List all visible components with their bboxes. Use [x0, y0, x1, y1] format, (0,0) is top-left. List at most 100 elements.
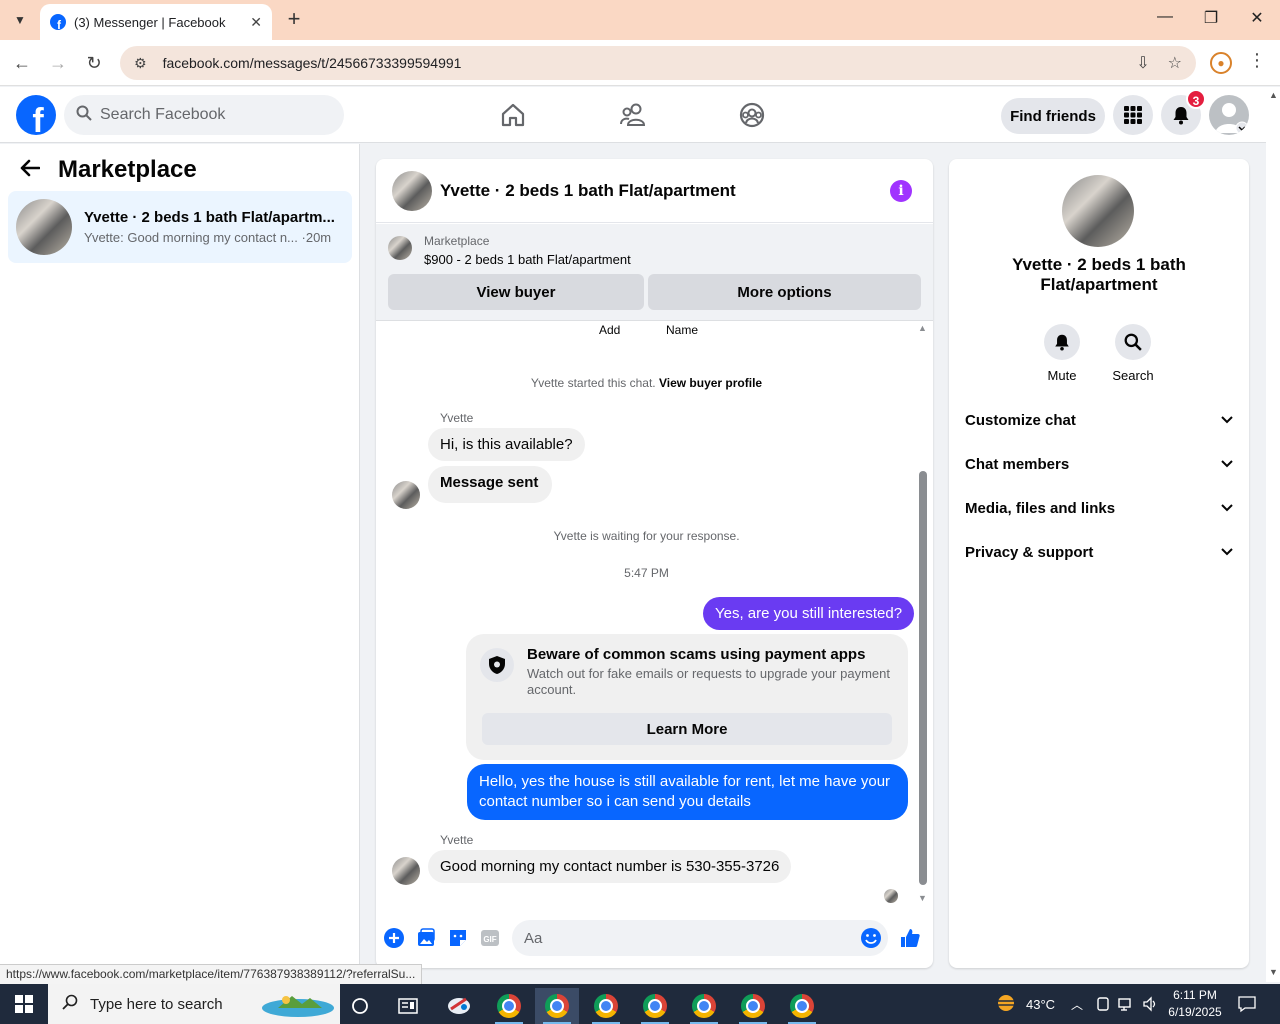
- listing-avatar[interactable]: [1062, 175, 1134, 247]
- chrome-profile-3-icon[interactable]: [584, 988, 628, 1024]
- search-icon: [62, 994, 78, 1015]
- browser-profile-icon[interactable]: ●: [1210, 52, 1232, 74]
- incoming-message[interactable]: Good morning my contact number is 530-35…: [428, 850, 792, 883]
- browser-tab-active[interactable]: f (3) Messenger | Facebook ✕: [40, 4, 272, 40]
- volume-icon[interactable]: [1142, 984, 1158, 1024]
- conversation-name: Yvette · 2 beds 1 bath Flat/apartment: [1012, 255, 1186, 294]
- app-pinned-icon[interactable]: [437, 988, 481, 1024]
- search-action[interactable]: Search: [1103, 324, 1163, 383]
- info-icon[interactable]: i: [890, 180, 912, 202]
- account-avatar[interactable]: [1209, 95, 1249, 135]
- scroll-down-icon[interactable]: ▼: [918, 893, 927, 903]
- customize-chat-row[interactable]: Customize chat: [965, 402, 1233, 438]
- search-highlight-landscape-icon: [258, 990, 336, 1022]
- facebook-search[interactable]: [64, 95, 344, 135]
- menu-grid-icon[interactable]: [1113, 95, 1153, 135]
- address-bar[interactable]: ⚙ facebook.com/messages/t/24566733399594…: [120, 46, 1196, 80]
- scroll-up-icon[interactable]: ▲: [918, 323, 927, 333]
- weather-widget[interactable]: 43°C: [994, 984, 1055, 1024]
- browser-menu-icon[interactable]: ⋮: [1248, 50, 1266, 71]
- incoming-message[interactable]: Message sent: [428, 466, 553, 503]
- chat-listing-thumbnail[interactable]: [392, 170, 432, 211]
- url-text[interactable]: facebook.com/messages/t/2456673339959499…: [163, 55, 1119, 71]
- find-friends-button[interactable]: Find friends: [1001, 98, 1105, 134]
- gif-icon[interactable]: GIF: [479, 927, 501, 949]
- marketplace-label: Marketplace: [424, 234, 490, 248]
- outgoing-message[interactable]: Hello, yes the house is still available …: [467, 764, 908, 820]
- back-arrow-icon[interactable]: [20, 157, 41, 183]
- outgoing-message[interactable]: Yes, are you still interested?: [703, 597, 915, 630]
- privacy-support-row[interactable]: Privacy & support: [965, 534, 1233, 570]
- news-widgets-icon[interactable]: [386, 988, 430, 1024]
- page-scroll-down-icon[interactable]: ▼: [1269, 967, 1278, 977]
- minimize-icon[interactable]: —: [1150, 8, 1180, 26]
- new-tab-icon[interactable]: +: [282, 8, 306, 32]
- chrome-profile-1-icon[interactable]: [487, 988, 531, 1024]
- facebook-logo-icon[interactable]: f: [16, 95, 56, 135]
- sender-avatar[interactable]: [392, 857, 420, 885]
- bookmark-star-icon[interactable]: ☆: [1168, 53, 1182, 73]
- message-scrollbar[interactable]: ▲ ▼: [916, 321, 930, 907]
- more-options-button[interactable]: More options: [648, 274, 921, 310]
- network-icon[interactable]: [1118, 984, 1134, 1024]
- cut-off-label-name: Name: [666, 323, 699, 337]
- emoji-icon[interactable]: [860, 927, 882, 949]
- search-input[interactable]: [100, 106, 330, 124]
- listing-small-thumbnail: [388, 236, 412, 260]
- chrome-profile-7-icon[interactable]: [780, 988, 824, 1024]
- chevron-down-icon: [1221, 413, 1233, 427]
- notification-badge: 3: [1186, 89, 1206, 109]
- taskbar-search[interactable]: Type here to search: [48, 984, 340, 1024]
- learn-more-button[interactable]: Learn More: [482, 713, 892, 745]
- listing-title[interactable]: $900 - 2 beds 1 bath Flat/apartment: [424, 252, 631, 267]
- chrome-profile-4-icon[interactable]: [633, 988, 677, 1024]
- scrollbar-thumb[interactable]: [919, 471, 927, 885]
- shield-icon: [480, 648, 514, 682]
- bell-icon[interactable]: [1044, 324, 1080, 360]
- sender-avatar[interactable]: [392, 481, 420, 509]
- incoming-message[interactable]: Hi, is this available?: [428, 428, 585, 461]
- notification-center-icon[interactable]: [1238, 984, 1256, 1024]
- page-scroll-up-icon[interactable]: ▲: [1269, 90, 1278, 100]
- thumbs-up-icon[interactable]: [899, 927, 921, 949]
- chrome-profile-6-icon[interactable]: [731, 988, 775, 1024]
- show-hidden-icons-chevron-icon[interactable]: ︿: [1071, 984, 1083, 1024]
- chat-members-row[interactable]: Chat members: [965, 446, 1233, 482]
- meet-now-icon[interactable]: [1096, 984, 1110, 1024]
- mute-action[interactable]: Mute: [1032, 324, 1092, 383]
- facebook-top-nav: f Find friends 3: [0, 87, 1266, 143]
- more-actions-plus-icon[interactable]: [383, 927, 405, 949]
- home-icon[interactable]: [497, 99, 529, 131]
- task-view-circle-icon[interactable]: [338, 988, 382, 1024]
- media-files-links-row[interactable]: Media, files and links: [965, 490, 1233, 526]
- read-receipt-avatar: [884, 889, 898, 903]
- tab-close-icon[interactable]: ✕: [250, 14, 262, 31]
- chrome-profile-5-icon[interactable]: [682, 988, 726, 1024]
- install-app-icon[interactable]: ⇩: [1136, 53, 1149, 73]
- chrome-profile-2-icon[interactable]: [535, 988, 579, 1024]
- forward-icon[interactable]: →: [46, 51, 70, 75]
- reload-icon[interactable]: ↻: [82, 51, 106, 75]
- marketplace-listing-bar: Marketplace $900 - 2 beds 1 bath Flat/ap…: [376, 224, 933, 321]
- search-icon[interactable]: [1115, 324, 1151, 360]
- sticker-icon[interactable]: [447, 927, 469, 949]
- view-buyer-button[interactable]: View buyer: [388, 274, 644, 310]
- search-label: Search: [1112, 368, 1154, 383]
- conversation-item[interactable]: Yvette · 2 beds 1 bath Flat/apartm... Yv…: [8, 191, 352, 263]
- close-window-icon[interactable]: ✕: [1242, 8, 1272, 28]
- page-scrollbar[interactable]: ▲ ▼: [1266, 87, 1280, 982]
- site-info-icon[interactable]: ⚙: [134, 55, 147, 72]
- friends-icon[interactable]: [617, 99, 649, 131]
- groups-icon[interactable]: [736, 99, 768, 131]
- taskbar-clock[interactable]: 6:11 PM 6/19/2025: [1162, 987, 1228, 1021]
- back-icon[interactable]: ←: [10, 51, 34, 75]
- browser-toolbar: ← → ↻ ⚙ facebook.com/messages/t/24566733…: [0, 40, 1280, 86]
- chat-title[interactable]: Yvette · 2 beds 1 bath Flat/apartment: [440, 181, 736, 201]
- tab-search-dropdown-icon[interactable]: ▼: [6, 6, 34, 34]
- windows-start-icon[interactable]: [0, 984, 48, 1024]
- waiting-notice: Yvette is waiting for your response.: [553, 529, 740, 543]
- attach-photo-icon[interactable]: [415, 927, 437, 949]
- restore-icon[interactable]: ❐: [1196, 8, 1226, 28]
- message-input[interactable]: [512, 920, 888, 956]
- view-buyer-profile-link[interactable]: View buyer profile: [659, 376, 762, 390]
